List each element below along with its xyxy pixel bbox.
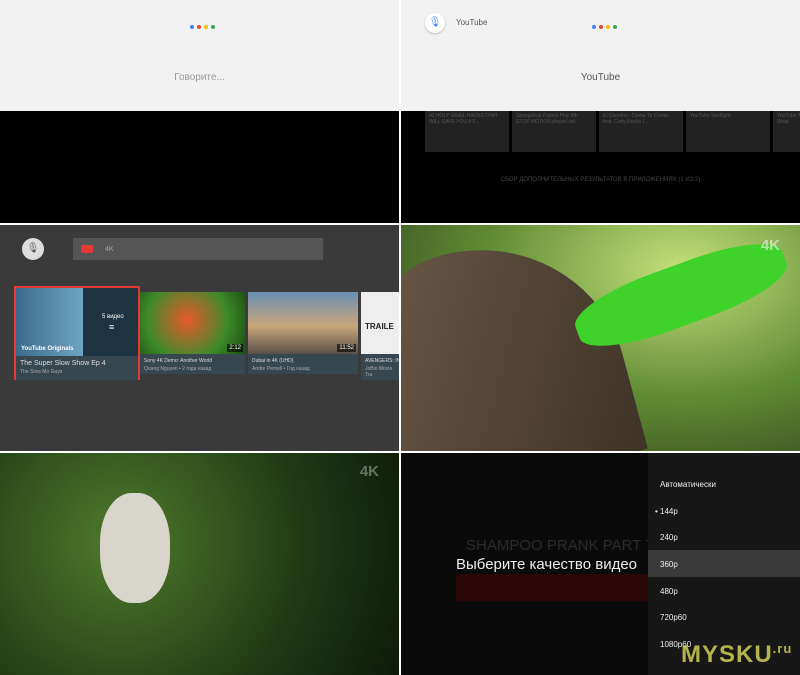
speak-prompt: Говорите...	[174, 72, 225, 83]
video-duration: 11:52	[337, 344, 356, 352]
result-title: YouTube	[580, 72, 621, 83]
voice-search-panel: Говорите...	[0, 0, 399, 223]
video-channel: Andre Pernell • Год назад	[252, 366, 310, 372]
player-controls-bar	[456, 574, 651, 601]
video-card[interactable]: 11:52 Dubai in 4K (UHD) Andre Pernell • …	[248, 292, 358, 374]
video-channel: JoBlo Movie Tra	[365, 366, 393, 378]
quality-option[interactable]: 720p60	[660, 613, 687, 622]
watermark-tld: .ru	[772, 641, 793, 656]
quality-option[interactable]: 480p	[660, 587, 678, 596]
video-playback-lizard[interactable]: 4K	[401, 225, 800, 451]
mic-button[interactable]: 🎙	[22, 238, 44, 260]
search-input[interactable]: 4K	[73, 238, 323, 260]
video-playback-lemur[interactable]: 4K	[0, 453, 399, 675]
youtube-icon	[81, 245, 93, 253]
quality-option[interactable]: 240p	[660, 533, 678, 542]
result-card[interactable]: El Chombo - Dame Tu Cosita feat. Cutty R…	[599, 111, 683, 152]
google-dots-icon	[190, 25, 215, 29]
search-query: 4K	[105, 245, 114, 253]
result-card[interactable]: YouTube The Shap	[773, 111, 800, 152]
video-title: The Super Slow Show Ep 4	[20, 360, 106, 367]
video-channel: Quang Nguyen • 2 года назад	[144, 366, 212, 372]
video-title: AVENGERS: IN	[365, 358, 399, 364]
video-card[interactable]: YouTube Originals 5 видео ≡ The Super Sl…	[14, 286, 140, 380]
quality-label: 144p	[660, 507, 678, 516]
result-card[interactable]: Spongebob Patrick Play 8th STOP MOTION p…	[512, 111, 596, 152]
watermark-4k: 4K	[760, 237, 780, 254]
mic-button[interactable]: 🎙	[425, 13, 445, 33]
status-text: СБОР ДОПОЛНИТЕЛЬНЫХ РЕЗУЛЬТАТОВ В ПРИЛОЖ…	[500, 177, 701, 183]
mysku-watermark: MYSKU.ru	[681, 641, 792, 669]
watermark-4k: 4K	[359, 463, 379, 480]
video-card[interactable]: TRAILE AVENGERS: IN JoBlo Movie Tra	[361, 292, 399, 380]
result-card[interactable]: YouTube Spotlight	[686, 111, 770, 152]
youtube-search-panel: 🎙 4K YouTube Originals 5 видео ≡ The Sup…	[0, 225, 399, 451]
dialog-title: Выберите качество видео	[456, 556, 638, 573]
playlist-icon: ≡	[109, 322, 115, 332]
badge: TRAILE	[365, 322, 394, 331]
quality-option[interactable]: • 144p	[655, 507, 678, 516]
quality-settings-panel: SHAMPOO PRANK PART 7! Выберите качество …	[401, 453, 800, 675]
query-text: YouTube	[456, 18, 488, 27]
playlist-count: 5 видео	[102, 314, 124, 320]
quality-option[interactable]: 360p	[660, 560, 678, 569]
video-title: Sony 4K Demo: Another World	[144, 358, 212, 364]
video-title: SHAMPOO PRANK PART 7!	[466, 537, 658, 554]
video-channel: The Slow Mo Guys	[20, 369, 63, 375]
watermark-brand: MYSKU	[681, 641, 773, 668]
badge: YouTube Originals	[21, 346, 74, 352]
lemur	[100, 493, 170, 603]
video-card[interactable]: 2:12 Sony 4K Demo: Another World Quang N…	[140, 292, 245, 374]
search-results-panel: 🎙 YouTube YouTube 42 HOLY GRAIL HACKS TH…	[401, 0, 800, 223]
video-title: Dubai in 4K (UHD)	[252, 358, 294, 364]
quality-option[interactable]: Автоматически	[660, 480, 716, 489]
google-dots-icon	[592, 25, 617, 29]
video-duration: 2:12	[227, 344, 243, 352]
result-card[interactable]: 42 HOLY GRAIL HACKS THAT WILL SAVE YOU A…	[425, 111, 509, 152]
